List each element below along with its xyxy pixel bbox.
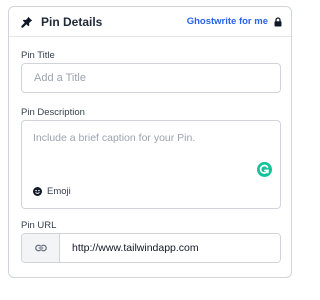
emoji-label: Emoji (47, 186, 71, 197)
pin-url-label: Pin URL (21, 220, 57, 231)
panel-title: Pin Details (41, 14, 103, 29)
pin-icon (21, 16, 33, 28)
pin-description-label: Pin Description (21, 107, 85, 118)
lock-icon (274, 16, 282, 27)
pin-url-input[interactable] (60, 234, 280, 262)
smiley-icon (33, 187, 42, 196)
link-icon (22, 234, 60, 262)
grammarly-icon[interactable] (257, 162, 272, 177)
ghostwrite-button[interactable]: Ghostwrite for me (187, 16, 282, 27)
pin-title-label: Pin Title (21, 50, 55, 61)
emoji-button[interactable]: Emoji (33, 186, 71, 197)
ghostwrite-label: Ghostwrite for me (186, 16, 268, 27)
pin-title-input[interactable] (21, 63, 281, 93)
pin-url-group (21, 233, 281, 263)
pin-description-box: Emoji (21, 120, 281, 209)
pin-description-input[interactable] (22, 121, 280, 181)
panel-header: Pin Details Ghostwrite for me (9, 7, 291, 37)
pin-details-panel: Pin Details Ghostwrite for me Pin Title … (8, 6, 292, 278)
